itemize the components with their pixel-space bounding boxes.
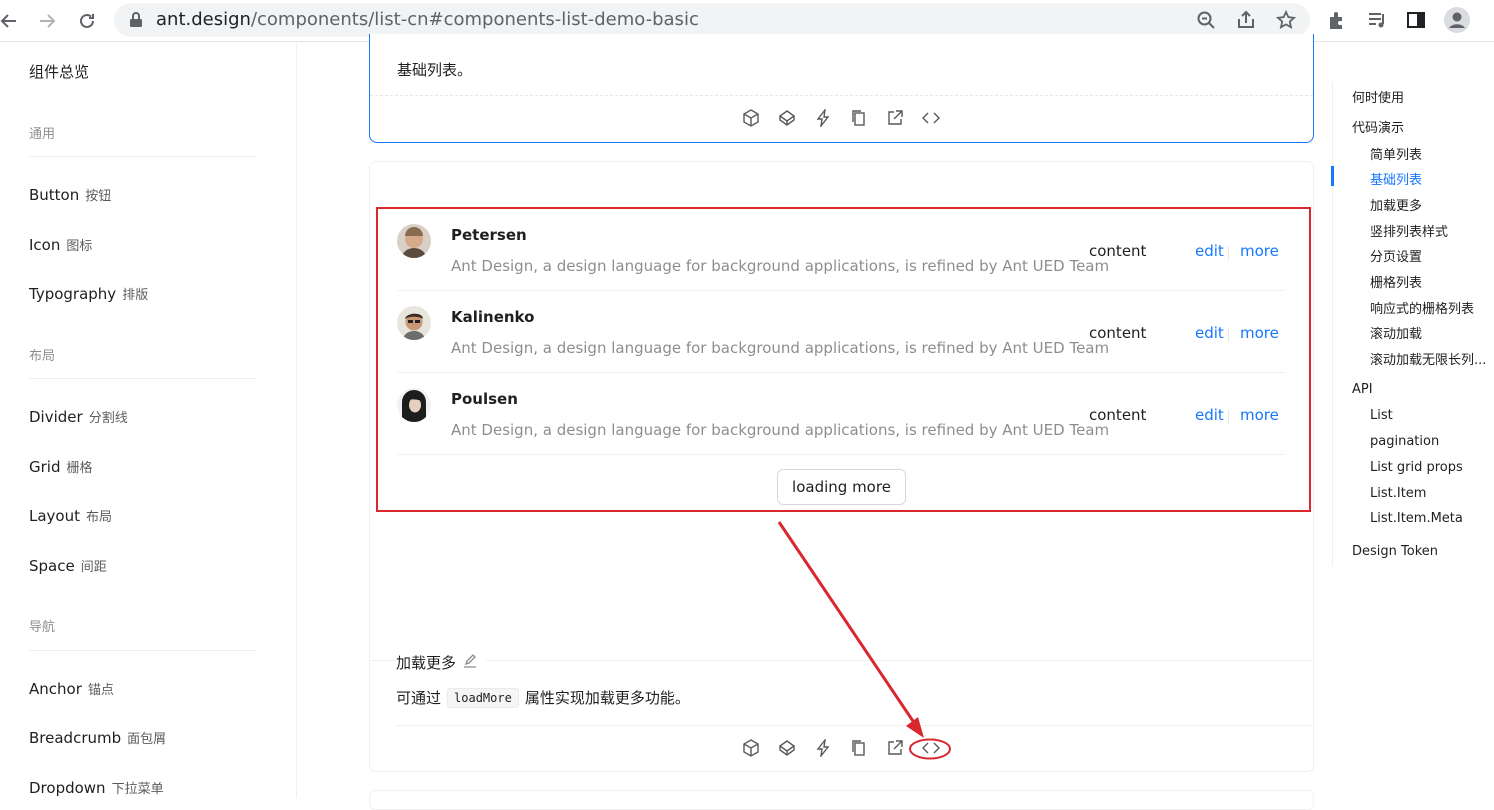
anchor-pagination[interactable]: 分页设置 <box>1370 246 1422 265</box>
anchor-simple-list[interactable]: 简单列表 <box>1370 144 1422 163</box>
anchor-api-pagination[interactable]: pagination <box>1370 434 1439 449</box>
bookmark-star-icon[interactable] <box>1275 9 1297 30</box>
anchor-api[interactable]: API <box>1352 382 1373 397</box>
sidebar-item-typography[interactable]: Typography 排版 <box>29 284 148 303</box>
sidebar-item-divider[interactable]: Divider 分割线 <box>29 407 128 426</box>
annotation-highlight-box <box>376 207 1311 512</box>
sidebar-group-general: 通用 <box>29 127 56 142</box>
card-divider <box>370 95 1313 96</box>
codesandbox-icon[interactable] <box>741 738 761 758</box>
extensions-icon[interactable] <box>1326 9 1348 31</box>
sidebar-divider <box>29 378 256 379</box>
profile-avatar-icon[interactable] <box>1444 7 1470 33</box>
demo-meta-divider <box>370 660 1313 661</box>
anchor-examples[interactable]: 代码演示 <box>1352 117 1404 136</box>
open-new-window-icon[interactable] <box>885 738 905 758</box>
demo-meta-title: 加载更多 <box>396 652 487 673</box>
sidebar-item-layout[interactable]: Layout 布局 <box>29 506 112 525</box>
sidebar-item-button[interactable]: Button 按钮 <box>29 185 111 204</box>
anchor-virtual-list[interactable]: 滚动加载无限长列... <box>1370 349 1486 368</box>
expand-code-icon[interactable] <box>921 738 941 758</box>
anchor-infinite-load[interactable]: 滚动加载 <box>1370 323 1422 342</box>
open-new-window-icon[interactable] <box>885 108 905 128</box>
lock-icon[interactable] <box>126 10 146 30</box>
share-icon[interactable] <box>1236 10 1256 30</box>
sidebar-item-icon[interactable]: Icon 图标 <box>29 235 92 254</box>
sidebar-item-breadcrumb[interactable]: Breadcrumb 面包屑 <box>29 728 166 747</box>
demo-meta-description: 可通过 loadMore 属性实现加载更多功能。 <box>396 687 690 708</box>
demo-actions <box>741 108 941 128</box>
anchor-api-list-item[interactable]: List.Item <box>1370 486 1426 501</box>
anchor-active-indicator <box>1331 166 1334 186</box>
card-divider <box>396 725 1312 726</box>
zoom-icon[interactable] <box>1196 10 1216 30</box>
media-queue-icon[interactable] <box>1366 9 1388 31</box>
expand-code-icon[interactable] <box>921 108 941 128</box>
anchor-basic-list[interactable]: 基础列表 <box>1370 169 1422 188</box>
reload-icon[interactable] <box>74 8 100 34</box>
anchor-load-more[interactable]: 加载更多 <box>1370 195 1422 214</box>
stackblitz-icon[interactable] <box>813 108 833 128</box>
anchor-grid[interactable]: 栅格列表 <box>1370 272 1422 291</box>
sidebar-item-grid[interactable]: Grid 栅格 <box>29 457 93 476</box>
anchor-api-grid-props[interactable]: List grid props <box>1370 460 1463 475</box>
sidebar-divider <box>29 650 256 651</box>
sidebar-group-navigation: 导航 <box>29 620 56 635</box>
anchor-api-list[interactable]: List <box>1370 408 1393 423</box>
codepen-icon[interactable] <box>777 738 797 758</box>
side-panel-icon[interactable] <box>1405 9 1427 31</box>
codesandbox-icon[interactable] <box>741 108 761 128</box>
sidebar-item-overview[interactable]: 组件总览 <box>29 61 89 82</box>
desc-text-after: 属性实现加载更多功能。 <box>524 689 690 707</box>
sidebar-divider <box>29 156 256 157</box>
copy-code-icon[interactable] <box>849 738 869 758</box>
demo-title-text[interactable]: 加载更多 <box>396 652 456 673</box>
back-arrow-icon[interactable] <box>0 8 22 34</box>
sidebar-item-space[interactable]: Space 间距 <box>29 556 107 575</box>
sidebar-group-layout: 布局 <box>29 349 56 364</box>
anchor-when-to-use[interactable]: 何时使用 <box>1352 87 1404 106</box>
address-bar[interactable]: ant.design/components/list-cn#components… <box>114 3 1310 37</box>
desc-text-before: 可通过 <box>396 689 442 707</box>
sidebar-item-anchor[interactable]: Anchor 锚点 <box>29 679 114 698</box>
demo-card-basic: 基础列表。 <box>369 34 1314 143</box>
anchor-design-token[interactable]: Design Token <box>1352 544 1438 559</box>
anchor-vertical[interactable]: 竖排列表样式 <box>1370 221 1448 240</box>
stackblitz-icon[interactable] <box>813 738 833 758</box>
sidebar-item-dropdown[interactable]: Dropdown 下拉菜单 <box>29 778 164 797</box>
edit-pencil-icon[interactable] <box>462 653 478 673</box>
url-text[interactable]: ant.design/components/list-cn#components… <box>156 9 699 30</box>
anchor-api-list-item-meta[interactable]: List.Item.Meta <box>1370 511 1463 526</box>
demo-card-next <box>369 790 1314 810</box>
codepen-icon[interactable] <box>777 108 797 128</box>
demo-actions <box>741 738 941 758</box>
anchor-responsive-grid[interactable]: 响应式的栅格列表 <box>1370 298 1474 317</box>
loadmore-code: loadMore <box>447 687 519 708</box>
demo-description: 基础列表。 <box>397 61 473 79</box>
anchor-rail <box>1332 82 1333 566</box>
copy-code-icon[interactable] <box>849 108 869 128</box>
forward-arrow-icon[interactable] <box>34 8 60 34</box>
